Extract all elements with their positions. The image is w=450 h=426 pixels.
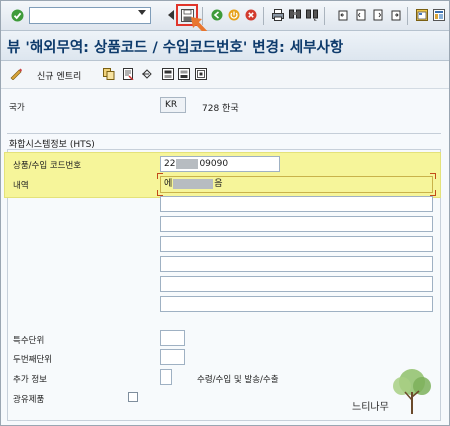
description-label: 내역 [13, 181, 29, 191]
new-entries-button[interactable]: 신규 엔트리 [37, 69, 81, 82]
toolbar-separator [324, 7, 325, 25]
new-session-icon[interactable] [415, 8, 429, 22]
special-unit-label: 특수단위 [13, 336, 45, 346]
mineral-oil-label: 광유제품 [13, 395, 45, 405]
select-block-icon[interactable] [177, 67, 190, 80]
commodity-code-label: 상품/수입 코드번호 [13, 161, 82, 171]
shortcut-icon[interactable] [432, 8, 446, 22]
special-unit-field[interactable] [160, 330, 185, 346]
toolbar-separator [407, 7, 408, 25]
detail-screen: 국가 KR 728 한국 화합시스템정보 (HTS) 상품/수입 코드번호 22… [1, 89, 449, 425]
description-field[interactable]: 에음 [160, 176, 433, 193]
second-unit-field[interactable] [160, 349, 185, 365]
delete-icon[interactable] [121, 67, 134, 80]
toolbar-separator [263, 7, 264, 25]
selection-corner [157, 173, 163, 179]
country-name: 728 한국 [202, 104, 239, 114]
next-page-icon[interactable] [371, 8, 385, 22]
additional-info-label: 추가 정보 [13, 375, 47, 385]
deselect-all-icon[interactable] [194, 67, 207, 80]
additional-info-note: 수령/수입 및 발송/수출 [197, 375, 279, 385]
exit-icon[interactable] [227, 8, 241, 22]
cancel-icon[interactable] [244, 8, 258, 22]
description-line-3[interactable] [160, 216, 433, 232]
command-field[interactable] [29, 7, 151, 24]
country-code-field: KR [160, 97, 186, 113]
watermark-text: 느티나무 [352, 402, 389, 413]
title-bar: 뷰 '해외무역: 상품코드 / 수입코드번호' 변경: 세부사항 [1, 31, 449, 61]
select-all-icon[interactable] [161, 67, 174, 80]
description-prefix: 에 [164, 179, 173, 189]
description-line-5[interactable] [160, 256, 433, 272]
tree-logo-icon [393, 369, 431, 414]
application-toolbar: 신규 엔트리 [1, 61, 449, 89]
description-suffix: 음 [214, 179, 223, 189]
redacted-mask [176, 158, 199, 169]
commodity-code-prefix: 22 [164, 159, 176, 169]
redacted-mask [173, 178, 214, 189]
last-page-icon[interactable] [388, 8, 402, 22]
find-icon[interactable] [288, 8, 302, 22]
description-line-4[interactable] [160, 236, 433, 252]
first-page-icon[interactable] [337, 8, 351, 22]
edit-glasses-icon[interactable] [10, 67, 23, 80]
undo-icon[interactable] [140, 67, 153, 80]
standard-toolbar [1, 1, 449, 42]
commodity-code-field[interactable]: 22 09090 [160, 156, 280, 172]
print-icon[interactable] [271, 8, 285, 22]
description-line-6[interactable] [160, 276, 433, 292]
check-icon[interactable] [10, 8, 24, 22]
commodity-code-suffix: 09090 [199, 159, 229, 169]
page-title: 뷰 '해외무역: 상품코드 / 수입코드번호' 변경: 세부사항 [7, 40, 344, 56]
second-unit-label: 두번째단위 [13, 355, 53, 365]
description-line-2[interactable] [160, 196, 433, 212]
group-divider [7, 133, 441, 134]
mineral-oil-checkbox[interactable] [128, 392, 138, 402]
additional-info-field[interactable] [160, 369, 172, 385]
find-next-icon[interactable] [305, 8, 319, 22]
copy-icon[interactable] [102, 67, 115, 80]
selection-corner [430, 173, 436, 179]
chevron-down-icon[interactable] [138, 10, 146, 15]
country-label: 국가 [9, 103, 25, 113]
previous-page-icon[interactable] [354, 8, 368, 22]
description-line-7[interactable] [160, 296, 433, 312]
